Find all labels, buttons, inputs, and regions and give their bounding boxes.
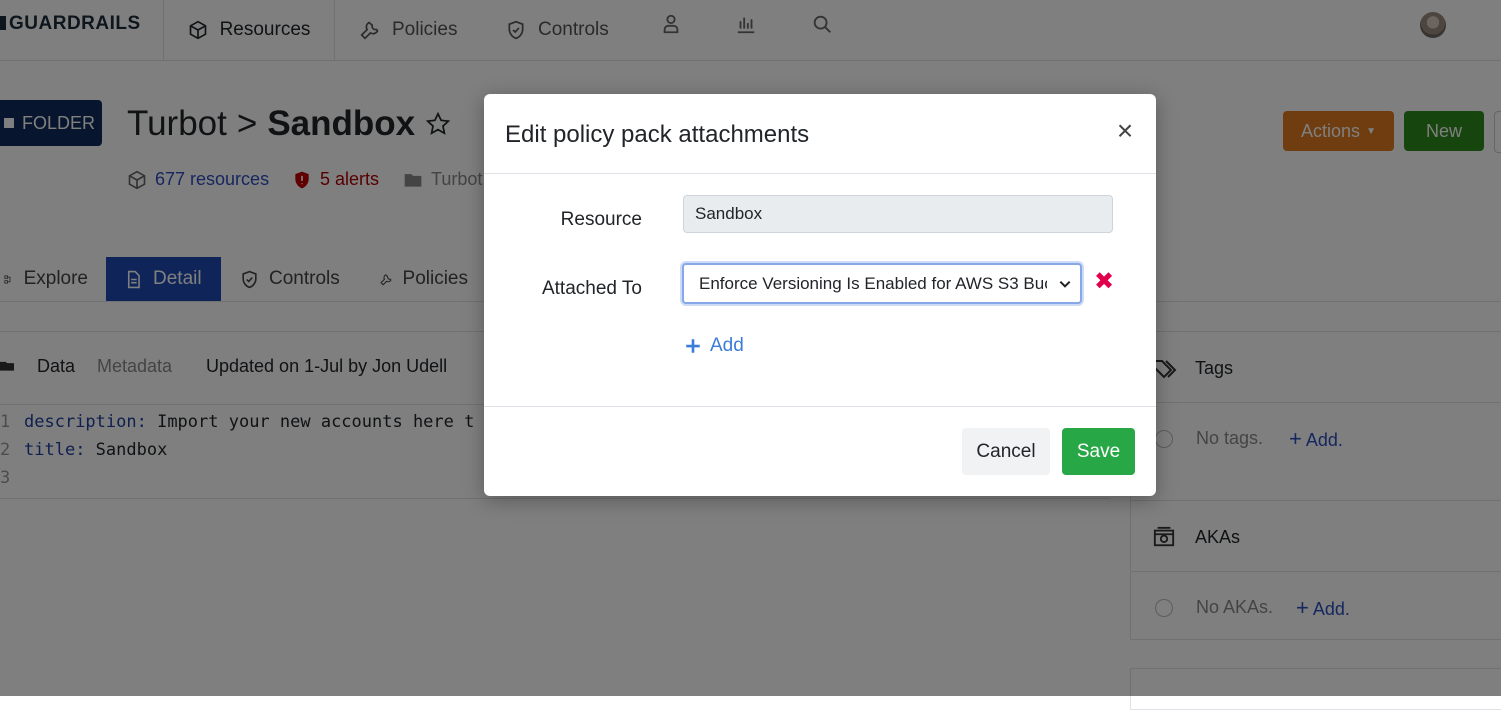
attached-to-label: Attached To bbox=[541, 278, 642, 299]
add-label: Add bbox=[710, 335, 744, 356]
attached-to-select[interactable]: Enforce Versioning Is Enabled for AWS S3… bbox=[682, 263, 1082, 304]
close-icon[interactable]: × bbox=[1114, 117, 1136, 145]
chevron-down-icon bbox=[1059, 280, 1071, 288]
cancel-button[interactable]: Cancel bbox=[962, 428, 1050, 475]
edit-policy-pack-dialog: Edit policy pack attachments × Resource … bbox=[484, 94, 1156, 496]
plus-icon bbox=[686, 339, 700, 353]
attached-to-value: Enforce Versioning Is Enabled for AWS S3… bbox=[699, 274, 1047, 293]
modal-title: Edit policy pack attachments bbox=[505, 121, 810, 148]
resource-label: Resource bbox=[560, 209, 642, 230]
save-button[interactable]: Save bbox=[1062, 428, 1135, 475]
save-label: Save bbox=[1076, 440, 1121, 462]
add-attachment-link[interactable]: Add bbox=[684, 335, 744, 357]
cancel-label: Cancel bbox=[976, 440, 1036, 462]
modal-divider bbox=[484, 173, 1156, 174]
modal-divider bbox=[484, 406, 1156, 407]
remove-attachment-icon[interactable]: ✖ bbox=[1094, 270, 1114, 294]
resource-field: Sandbox bbox=[683, 195, 1113, 233]
